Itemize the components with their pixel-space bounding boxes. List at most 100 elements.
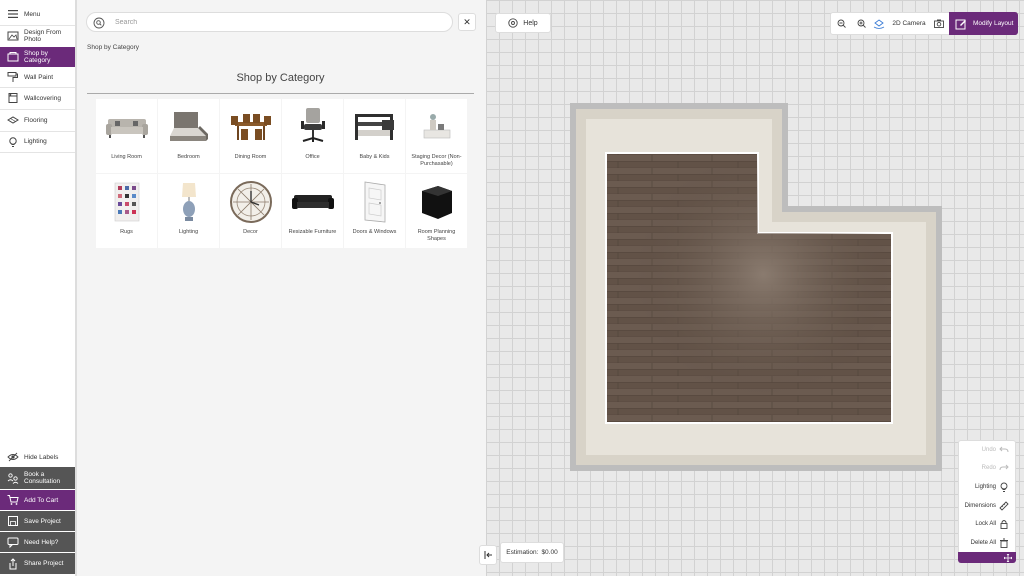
help-button[interactable]: Help: [495, 13, 551, 33]
camera-mode-label[interactable]: 2D Camera: [887, 12, 931, 35]
catalog-panel: ✕ Shop by Category Shop by Category Livi…: [77, 0, 486, 576]
rug-icon: [96, 180, 157, 224]
sidebar-item-label: Add To Cart: [24, 496, 59, 504]
share-project-button[interactable]: Share Project: [0, 553, 75, 574]
category-tile-room-planning-shapes[interactable]: Room Planning Shapes: [406, 174, 467, 248]
lock-all-button[interactable]: Lock All: [975, 517, 1009, 531]
category-tile-doors-windows[interactable]: Doors & Windows: [344, 174, 405, 248]
breadcrumb[interactable]: Shop by Category: [87, 44, 139, 51]
modify-layout-button[interactable]: Modify Layout: [949, 12, 1018, 35]
sidebar-item-wall-paint[interactable]: Wall Paint: [0, 69, 75, 85]
cart-icon: [7, 494, 19, 506]
category-label: Staging Decor (Non-Purchasable): [411, 154, 462, 167]
category-label: Office: [305, 154, 320, 160]
dimensions-button[interactable]: Dimensions: [965, 499, 1009, 513]
category-label: Lighting: [178, 229, 199, 235]
save-project-button[interactable]: Save Project: [0, 511, 75, 531]
category-label: Rugs: [120, 229, 133, 235]
black-sofa-icon: [282, 180, 343, 224]
undo-button[interactable]: Undo: [982, 443, 1009, 457]
flooring-icon: [7, 114, 19, 126]
sidebar-item-label: Need Help?: [24, 538, 59, 546]
tool-label: Lock All: [975, 521, 996, 527]
office-chair-icon: [282, 105, 343, 149]
category-grid: Living Room Bedroom Dining Room Office B…: [96, 99, 467, 248]
camera-view-icon[interactable]: [871, 12, 887, 35]
collapse-left-icon: [484, 551, 492, 559]
wallcovering-icon: [7, 92, 19, 104]
sidebar-item-design-from-photo[interactable]: Design From Photo: [0, 27, 75, 45]
photo-design-icon: [7, 30, 19, 42]
category-tile-staging-decor[interactable]: Staging Decor (Non-Purchasable): [406, 99, 467, 173]
category-tile-resizable-furniture[interactable]: Resizable Furniture: [282, 174, 343, 248]
category-label: Room Planning Shapes: [417, 229, 456, 242]
category-tile-office[interactable]: Office: [282, 99, 343, 173]
zoom-out-icon: [837, 19, 846, 28]
cube-icon: [406, 180, 467, 224]
sofa-icon: [96, 105, 157, 149]
bunk-bed-icon: [344, 105, 405, 149]
chat-icon: [7, 536, 19, 548]
need-help-button[interactable]: Need Help?: [0, 532, 75, 552]
category-label: Bedroom: [177, 154, 200, 160]
screenshot-button[interactable]: [931, 12, 947, 35]
add-to-cart-button[interactable]: Add To Cart: [0, 490, 75, 510]
lightbulb-icon: [7, 136, 19, 148]
book-consultation-button[interactable]: Book a Consultation: [0, 467, 75, 489]
floor-plan-canvas[interactable]: Help 2D Camera Modify Layout Estimation:…: [479, 0, 1024, 576]
wall-clock-icon: [220, 180, 281, 224]
estimation-label: Estimation:: [506, 549, 539, 556]
category-tile-living-room[interactable]: Living Room: [96, 99, 157, 173]
lighting-icon: [1000, 482, 1008, 492]
shop-category-icon: [7, 51, 19, 63]
category-tile-decor[interactable]: Decor: [220, 174, 281, 248]
sidebar-item-label: Flooring: [24, 116, 48, 124]
zoom-in-button[interactable]: [851, 12, 871, 35]
category-label: Dining Room: [234, 154, 267, 160]
search-icon: [93, 16, 105, 29]
sidebar-item-flooring[interactable]: Flooring: [0, 111, 75, 129]
tool-label: Redo: [981, 465, 996, 471]
sidebar-item-label: Design From Photo: [24, 29, 62, 43]
help-icon: [508, 18, 518, 28]
menu-button[interactable]: Menu: [0, 6, 75, 22]
zoom-out-button[interactable]: [831, 12, 851, 35]
paint-roller-icon: [7, 71, 19, 83]
category-label: Doors & Windows: [352, 229, 397, 235]
redo-icon: [999, 464, 1009, 471]
hamburger-icon: [7, 8, 19, 20]
tools-drag-handle[interactable]: [958, 552, 1016, 563]
redo-button[interactable]: Redo: [982, 461, 1009, 475]
search-bar: [86, 12, 453, 32]
sidebar-item-shop-by-category[interactable]: Shop by Category: [0, 47, 75, 67]
tool-label: Delete All: [970, 540, 996, 546]
eye-slash-icon: [7, 451, 19, 463]
app-root: Menu Design From Photo Shop by Category …: [0, 0, 1024, 576]
sidebar-item-label: Shop by Category: [24, 50, 51, 64]
delete-all-button[interactable]: Delete All: [971, 536, 1009, 550]
room-floor-plan[interactable]: [570, 103, 942, 471]
sidebar-item-wallcovering[interactable]: Wallcovering: [0, 89, 75, 107]
category-tile-dining-room[interactable]: Dining Room: [220, 99, 281, 173]
menu-label: Menu: [24, 10, 41, 18]
dining-set-icon: [220, 105, 281, 149]
category-tile-rugs[interactable]: Rugs: [96, 174, 157, 248]
help-label: Help: [523, 19, 538, 27]
page-title: Shop by Category: [236, 72, 325, 84]
estimation-display: Estimation: $0.00: [500, 542, 564, 563]
category-label: Decor: [243, 229, 258, 235]
sidebar-item-label: Lighting: [24, 138, 47, 145]
category-tile-bedroom[interactable]: Bedroom: [158, 99, 219, 173]
search-input[interactable]: [115, 18, 415, 26]
sidebar-item-label: Hide Labels: [24, 453, 59, 461]
sidebar-item-label: Save Project: [24, 517, 61, 525]
hide-labels-toggle[interactable]: Hide Labels: [0, 449, 75, 465]
lighting-tool-button[interactable]: Lighting: [975, 480, 1009, 494]
sidebar-item-label: Share Project: [24, 560, 64, 567]
sidebar-item-lighting[interactable]: Lighting: [0, 133, 75, 150]
sidebar-item-label: Book a Consultation: [24, 471, 61, 485]
category-tile-baby-kids[interactable]: Baby & Kids: [344, 99, 405, 173]
collapse-panel-button[interactable]: [479, 545, 497, 565]
category-tile-lighting[interactable]: Lighting: [158, 174, 219, 248]
close-panel-button[interactable]: ✕: [458, 13, 476, 31]
